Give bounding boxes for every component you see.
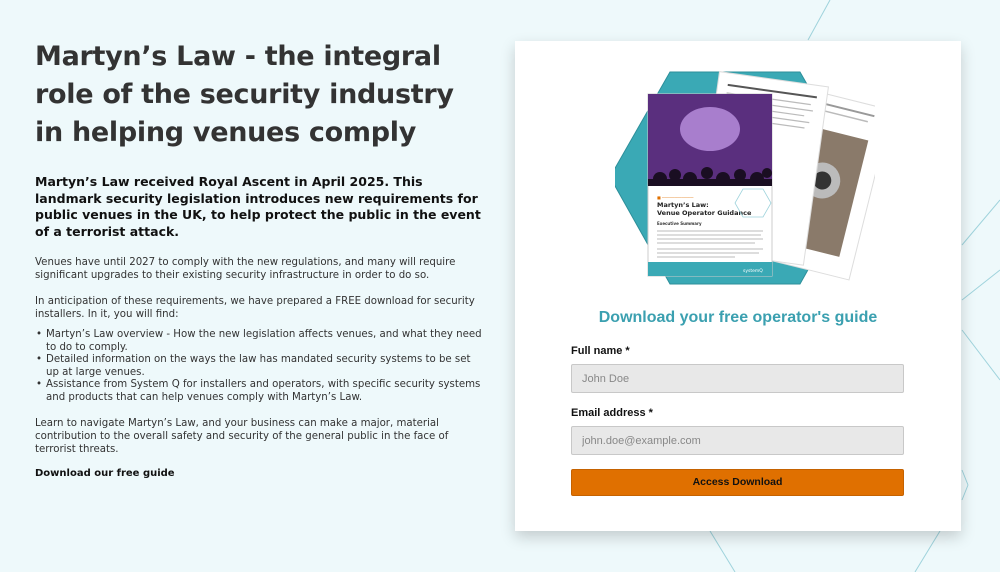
article-section: Martyn’s Law - the integral role of the … xyxy=(35,38,485,479)
access-download-button[interactable]: Access Download xyxy=(571,469,904,496)
email-input[interactable] xyxy=(571,426,904,455)
lead-paragraph: Martyn’s Law received Royal Ascent in Ap… xyxy=(35,174,481,239)
cover-title-line1: Martyn’s Law: xyxy=(657,201,709,209)
intro-paragraph: In anticipation of these requirements, w… xyxy=(35,296,475,320)
cover-brand: systemQ xyxy=(743,268,763,274)
form-title: Download your free operator's guide xyxy=(598,309,878,326)
cover-title-line2: Venue Operator Guidance xyxy=(657,209,752,217)
full-name-label: Full name * xyxy=(571,345,630,357)
page-title: Martyn’s Law - the integral role of the … xyxy=(35,41,454,148)
findings-list: Martyn’s Law overview - How the new legi… xyxy=(35,329,485,404)
closing-paragraph: Learn to navigate Martyn’s Law, and your… xyxy=(35,418,449,455)
email-label: Email address * xyxy=(571,407,653,419)
svg-text:■ ─────────────: ■ ───────────── xyxy=(657,195,694,200)
download-form-card: ■ ───────────── Martyn’s Law: Venue Oper… xyxy=(515,41,961,531)
list-item: Martyn’s Law overview - How the new legi… xyxy=(36,329,485,354)
list-item: Detailed information on the ways the law… xyxy=(36,354,485,379)
cover-section: Executive Summary xyxy=(657,221,702,226)
download-guide-text: Download our free guide xyxy=(35,468,175,479)
list-item: Assistance from System Q for installers … xyxy=(36,379,485,404)
guide-cover-image: ■ ───────────── Martyn’s Law: Venue Oper… xyxy=(615,71,875,285)
full-name-input[interactable] xyxy=(571,364,904,393)
deadline-paragraph: Venues have until 2027 to comply with th… xyxy=(35,257,456,281)
